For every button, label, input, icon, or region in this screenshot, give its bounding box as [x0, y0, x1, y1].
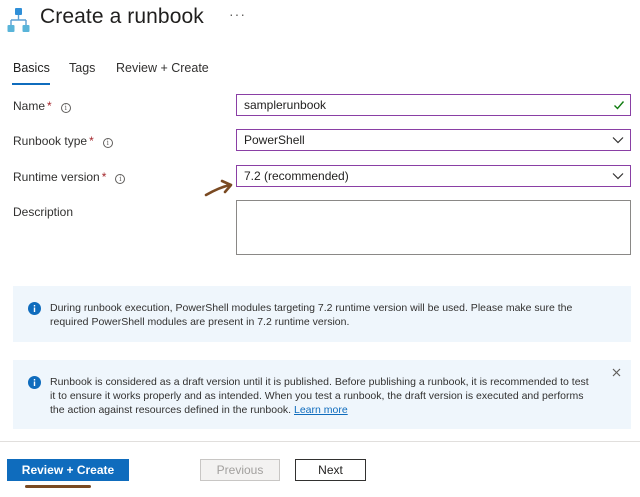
tab-tags[interactable]: Tags: [69, 61, 95, 75]
required-marker: *: [101, 170, 107, 184]
info-circle-icon: [28, 376, 41, 389]
runtime-info-text: During runbook execution, PowerShell mod…: [50, 302, 573, 328]
info-icon[interactable]: i: [60, 103, 71, 113]
next-button[interactable]: Next: [295, 459, 366, 481]
required-marker: *: [47, 99, 52, 113]
learn-more-link[interactable]: Learn more: [294, 404, 348, 416]
runbook-type-value: PowerShell: [244, 133, 305, 147]
close-icon[interactable]: [612, 368, 621, 377]
name-input[interactable]: samplerunbook: [236, 94, 631, 116]
runtime-version-select[interactable]: 7.2 (recommended): [236, 165, 631, 187]
previous-button[interactable]: Previous: [200, 459, 280, 481]
required-marker: *: [89, 134, 94, 148]
tab-review-create[interactable]: Review + Create: [116, 61, 209, 75]
tab-basics[interactable]: Basics: [13, 61, 50, 75]
draft-info-banner: Runbook is considered as a draft version…: [13, 360, 631, 429]
runbook-type-label-text: Runbook type: [13, 134, 88, 148]
chevron-down-icon: [612, 173, 624, 180]
runbook-hierarchy-icon: [7, 8, 30, 32]
tab-strip: Basics Tags Review + Create: [0, 58, 640, 85]
runtime-version-label-text: Runtime version: [13, 170, 100, 184]
name-input-value: samplerunbook: [244, 98, 327, 112]
draft-info-text: Runbook is considered as a draft version…: [50, 375, 591, 417]
runtime-version-value: 7.2 (recommended): [244, 169, 349, 183]
runbook-type-label: Runbook type * i: [13, 134, 113, 148]
annotation-arrow-icon: [204, 179, 233, 197]
runbook-type-select[interactable]: PowerShell: [236, 129, 631, 151]
review-create-button[interactable]: Review + Create: [7, 459, 129, 481]
annotation-underline: [25, 485, 91, 488]
page-title: Create a runbook: [40, 5, 204, 28]
runtime-info-banner: During runbook execution, PowerShell mod…: [13, 286, 631, 342]
info-icon[interactable]: i: [102, 138, 113, 148]
page-header: Create a runbook ···: [0, 0, 640, 44]
active-tab-indicator: [12, 83, 50, 85]
name-label-text: Name: [13, 99, 46, 113]
info-circle-icon: [28, 302, 41, 315]
checkmark-icon: [614, 101, 625, 110]
chevron-down-icon: [612, 137, 624, 144]
more-options-button[interactable]: ···: [229, 6, 246, 22]
name-label: Name * i: [13, 99, 71, 113]
description-textarea[interactable]: [236, 200, 631, 255]
runtime-version-label: Runtime version * i: [13, 170, 126, 184]
info-icon[interactable]: i: [115, 174, 126, 184]
description-label: Description: [13, 205, 74, 219]
footer-divider: [0, 441, 640, 442]
